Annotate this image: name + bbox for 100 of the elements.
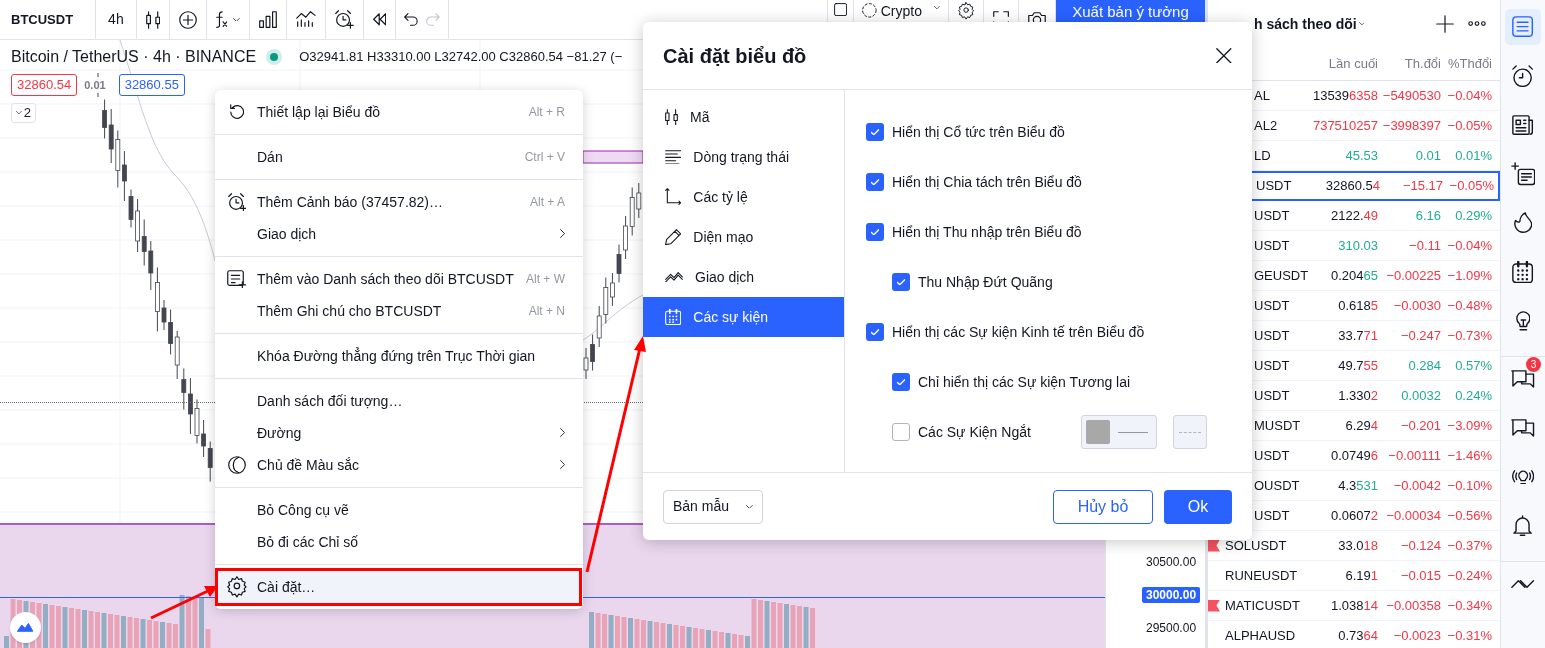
change-cell-text: −0.015: [1399, 566, 1441, 585]
last-price-cell-text: 1.03814: [1330, 596, 1378, 615]
symbol-cell-text: OUSDT: [1253, 476, 1300, 495]
interval-button[interactable]: 4h: [96, 0, 137, 39]
close-button[interactable]: [1216, 47, 1232, 64]
lines-icon: [665, 149, 682, 165]
last-price-cell-text: 0.6185: [1337, 296, 1378, 315]
menu-item[interactable]: Bỏ đi các Chỉ số: [215, 526, 583, 558]
checkbox[interactable]: [866, 323, 884, 341]
change-cell-text: −5490530: [1381, 86, 1441, 105]
add-button[interactable]: [1436, 15, 1454, 33]
change-percent-cell-text: −0.34%: [1446, 596, 1492, 615]
newspaper-icon: [1512, 114, 1534, 136]
candles-icon: [145, 10, 160, 29]
change-percent-cell-text: 0.24%: [1454, 386, 1492, 405]
settings-tab[interactable]: Các sự kiện: [643, 297, 844, 337]
checkbox[interactable]: [866, 223, 884, 241]
cancel-button[interactable]: Hủy bỏ: [1053, 489, 1153, 524]
menu-item-label: Cài đặt…: [257, 577, 316, 597]
dashed-circle-icon: [862, 3, 877, 18]
change-percent-cell-text: −3.09%: [1446, 416, 1492, 435]
symbol-cell-text: ALPHAUSD: [1224, 626, 1296, 645]
price-label: 30500.00: [1145, 554, 1198, 570]
change-percent-cell-text: −0.24%: [1446, 566, 1492, 585]
change-cell-text: −0.11: [1408, 236, 1441, 255]
more-button[interactable]: [1468, 21, 1486, 27]
last-price-cell-text: 0.07496: [1330, 446, 1378, 465]
menu-item[interactable]: Giao dịch: [215, 218, 583, 250]
symbol-cell-text: USDT: [1253, 236, 1290, 255]
checkbox[interactable]: [892, 423, 910, 441]
menu-item[interactable]: Dán Ctrl + V: [215, 141, 583, 173]
menu-item[interactable]: Chủ đề Màu sắc: [215, 449, 583, 481]
change-cell-text: −0.124: [1399, 536, 1441, 555]
last-price-cell-text: 0.7364: [1337, 626, 1378, 645]
price-label: 30000.00: [1142, 587, 1201, 603]
menu-item[interactable]: Thêm Ghi chú cho BTCUSDT Alt + N: [215, 295, 583, 327]
zigzag-icon: [665, 271, 683, 283]
column-header[interactable]: %Thđổi: [1441, 54, 1492, 74]
last-price-cell-text: 0.06072: [1330, 506, 1378, 525]
last-price-cell-text: 135396358: [1311, 86, 1378, 105]
caret-icon: [746, 504, 753, 509]
menu-item-label: Khóa Đường thẳng đứng trên Trục Thời gian: [257, 346, 536, 366]
legend-title: Bitcoin / TetherUS · 4h · BINANCE: [11, 47, 257, 67]
menu-item[interactable]: Đường: [215, 417, 583, 449]
color-line-picker[interactable]: [1080, 415, 1157, 449]
menu-item[interactable]: Thêm Cảnh báo (37457.82)… Alt + A: [215, 186, 583, 218]
change-cell-text: −0.00034: [1385, 506, 1441, 525]
sell-price-button[interactable]: 32860.54: [11, 74, 78, 96]
list-icon: [1512, 16, 1534, 38]
menu-item[interactable]: Thiết lập lại Biểu đồ Alt + R: [215, 96, 583, 128]
change-cell-text: 0.284: [1407, 356, 1441, 375]
column-header[interactable]: Lần cuối: [1308, 54, 1378, 74]
change-cell-text: −0.00358: [1385, 596, 1441, 615]
caret-icon: [933, 6, 940, 10]
option-label: Hiển thị Chia tách trên Biểu đồ: [892, 172, 1082, 192]
collapse-button[interactable]: 2: [11, 103, 37, 123]
menu-item[interactable]: Khóa Đường thẳng đứng trên Trục Thời gian: [215, 340, 583, 372]
last-price-cell-text: 6.191: [1344, 566, 1378, 585]
symbol-cell-text: AL2: [1253, 116, 1278, 135]
symbol-cell-text: MATICUSDT: [1224, 596, 1300, 615]
symbol-button[interactable]: BTCUSDT: [0, 0, 97, 39]
watchlist-row[interactable]: MATICUSDT 1.03814 −0.00358 −0.34%: [1208, 591, 1500, 621]
watchlist-title[interactable]: h sách theo dõi: [1254, 13, 1357, 35]
axes-icon: [665, 188, 682, 206]
calendar-icon: [665, 308, 682, 326]
watchlist-row[interactable]: RUNEUSDT 6.191 −0.015 −0.24%: [1208, 561, 1500, 591]
menu-item[interactable]: Cài đặt…: [215, 571, 583, 603]
menu-item[interactable]: Danh sách đối tượng…: [215, 385, 583, 417]
price-band: [583, 150, 643, 164]
shortcut-label: Alt + A: [529, 194, 565, 211]
flame-icon: [1513, 212, 1533, 234]
square-icon: [833, 3, 847, 17]
change-percent-cell-text: −0.48%: [1446, 296, 1492, 315]
chevron-icon: [559, 229, 565, 239]
flag-icon[interactable]: [1208, 599, 1220, 612]
change-cell-text: −3998397: [1381, 116, 1441, 135]
undo-icon: [404, 13, 419, 26]
candles-icon: [665, 108, 678, 126]
last-price-cell-text: 4.3531: [1337, 476, 1378, 495]
checkbox[interactable]: [866, 173, 884, 191]
redo-icon: [426, 13, 440, 26]
change-percent-cell-text: −0.05%: [1446, 116, 1492, 135]
ok-button[interactable]: Ok: [1164, 489, 1232, 524]
menu-item[interactable]: Thêm vào Danh sách theo dõi BTCUSDT Alt + W: [215, 263, 583, 295]
symbol-cell-text: USDT: [1253, 206, 1290, 225]
buy-price-button[interactable]: 32860.55: [118, 74, 185, 96]
checkbox[interactable]: [892, 373, 910, 391]
notification-badge: 3: [1526, 357, 1541, 372]
rewind-icon: [372, 13, 387, 26]
checkbox[interactable]: [892, 273, 910, 291]
last-price-cell-text: 45.53: [1344, 146, 1378, 165]
change-cell-text: 0.01: [1414, 146, 1441, 165]
menu-item-label: Thêm Cảnh báo (37457.82)…: [257, 192, 443, 212]
last-price-cell-text: 310.03: [1337, 236, 1378, 255]
checkbox[interactable]: [866, 123, 884, 141]
template-dropdown[interactable]: Bản mẫu: [663, 489, 763, 524]
undo-button[interactable]: [404, 13, 419, 26]
column-header[interactable]: Th.đổi: [1378, 54, 1441, 74]
chevron-icon: [559, 428, 565, 438]
menu-item[interactable]: Bỏ Công cụ vẽ: [215, 494, 583, 526]
